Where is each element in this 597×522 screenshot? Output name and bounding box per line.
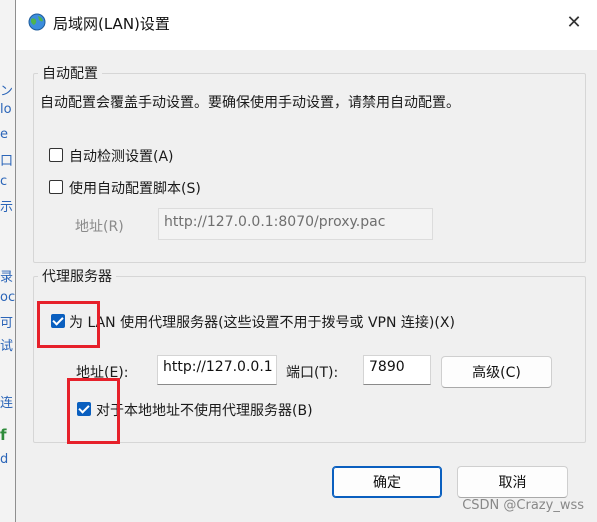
bg-glyph: oc [0,290,16,305]
bg-glyph: ン [0,84,14,99]
use-script-checkbox[interactable] [49,180,63,194]
script-address-label: 地址(R) [75,219,124,235]
bg-glyph: 可 [0,316,14,331]
auto-detect-checkbox[interactable] [49,148,63,162]
proxy-port-label: 端口(T): [286,365,339,381]
bg-glyph: c [0,174,8,189]
highlight-box-use-proxy [37,301,100,348]
bg-glyph: 示 [0,200,14,215]
use-proxy-label[interactable]: 为 LAN 使用代理服务器(这些设置不用于拨号或 VPN 连接)(X) [69,312,455,332]
auto-config-group-label: 自动配置 [38,63,102,83]
close-icon: ✕ [566,11,582,33]
highlight-box-bypass-local [67,378,120,444]
advanced-button[interactable]: 高级(C) [441,356,552,388]
bg-glyph: d [0,452,9,467]
bg-glyph: 试 [0,339,14,354]
proxy-address-input[interactable]: http://127.0.0.1 [157,355,277,385]
network-globe-icon [28,13,46,31]
script-address-input[interactable]: http://127.0.0.1:8070/proxy.pac [158,208,433,240]
title-bar[interactable]: 局域网(LAN)设置 ✕ [16,0,597,50]
auto-detect-label[interactable]: 自动检测设置(A) [69,146,174,166]
bg-glyph: 连 [0,396,14,411]
bg-glyph: 口 [0,154,14,169]
close-button[interactable]: ✕ [551,0,597,44]
watermark: CSDN @Crazy_wss [462,498,584,513]
cancel-button[interactable]: 取消 [457,466,568,498]
proxy-group-label: 代理服务器 [38,266,116,286]
bg-glyph: lo [0,102,12,117]
bg-glyph: e [0,127,8,142]
window-title: 局域网(LAN)设置 [53,15,170,33]
bypass-local-label[interactable]: 对于本地地址不使用代理服务器(B) [96,400,313,420]
lan-settings-dialog: 局域网(LAN)设置 ✕ 自动配置 自动配置会覆盖手动设置。要确保使用手动设置，… [15,0,597,522]
bg-glyph: f [0,426,7,444]
use-script-label[interactable]: 使用自动配置脚本(S) [69,178,201,198]
auto-config-description: 自动配置会覆盖手动设置。要确保使用手动设置，请禁用自动配置。 [40,95,460,111]
bg-glyph: 录 [0,270,14,285]
proxy-port-input[interactable]: 7890 [363,355,431,385]
ok-button[interactable]: 确定 [332,466,442,498]
